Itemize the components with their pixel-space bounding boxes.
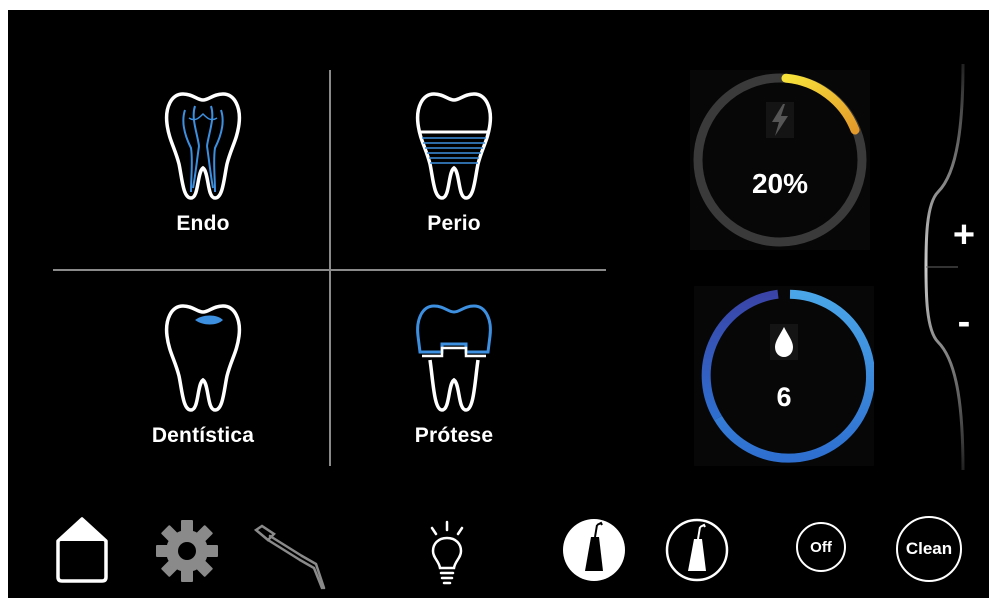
mode-perio-button[interactable]: Perio (379, 88, 529, 236)
ultrasonic-tip-selected-icon[interactable] (561, 517, 627, 583)
power-value: 20% (751, 168, 809, 199)
light-bulb-icon[interactable] (426, 518, 468, 586)
increase-button[interactable]: + (944, 215, 984, 255)
mode-dentistica-label: Dentística (151, 424, 255, 447)
handpiece-icon[interactable] (252, 522, 332, 590)
grid-divider-horizontal (53, 269, 606, 271)
gear-icon[interactable] (154, 518, 220, 584)
mode-protese-button[interactable]: Prótese (379, 300, 529, 448)
mode-dentistica-button[interactable]: Dentística (128, 300, 278, 448)
adjust-bracket (924, 63, 965, 471)
tooth-crown-icon (416, 304, 492, 412)
grid-divider-vertical (329, 70, 331, 466)
tooth-perio-icon (415, 92, 493, 200)
tooth-root-canal-icon (164, 92, 242, 200)
mode-protese-label: Prótese (414, 424, 494, 447)
power-ring (693, 73, 867, 247)
mode-endo-button[interactable]: Endo (128, 88, 278, 236)
ultrasonic-tip-icon[interactable] (664, 517, 730, 583)
clean-button[interactable]: Clean (896, 516, 962, 582)
off-button[interactable]: Off (796, 522, 846, 572)
lightning-icon (766, 102, 794, 138)
water-drop-icon (770, 324, 798, 360)
mode-endo-label: Endo (176, 212, 230, 235)
device-screen: Endo Perio Dentística Prótese 20% 6 + - … (8, 10, 989, 598)
mode-perio-label: Perio (427, 212, 481, 235)
power-dial[interactable]: 20% (690, 70, 870, 250)
decrease-button[interactable]: - (944, 302, 984, 342)
home-icon[interactable] (54, 515, 110, 583)
water-dial[interactable]: 6 (694, 286, 876, 466)
tooth-filling-icon (164, 304, 242, 412)
water-value: 6 (776, 382, 792, 412)
water-ring (701, 289, 876, 463)
